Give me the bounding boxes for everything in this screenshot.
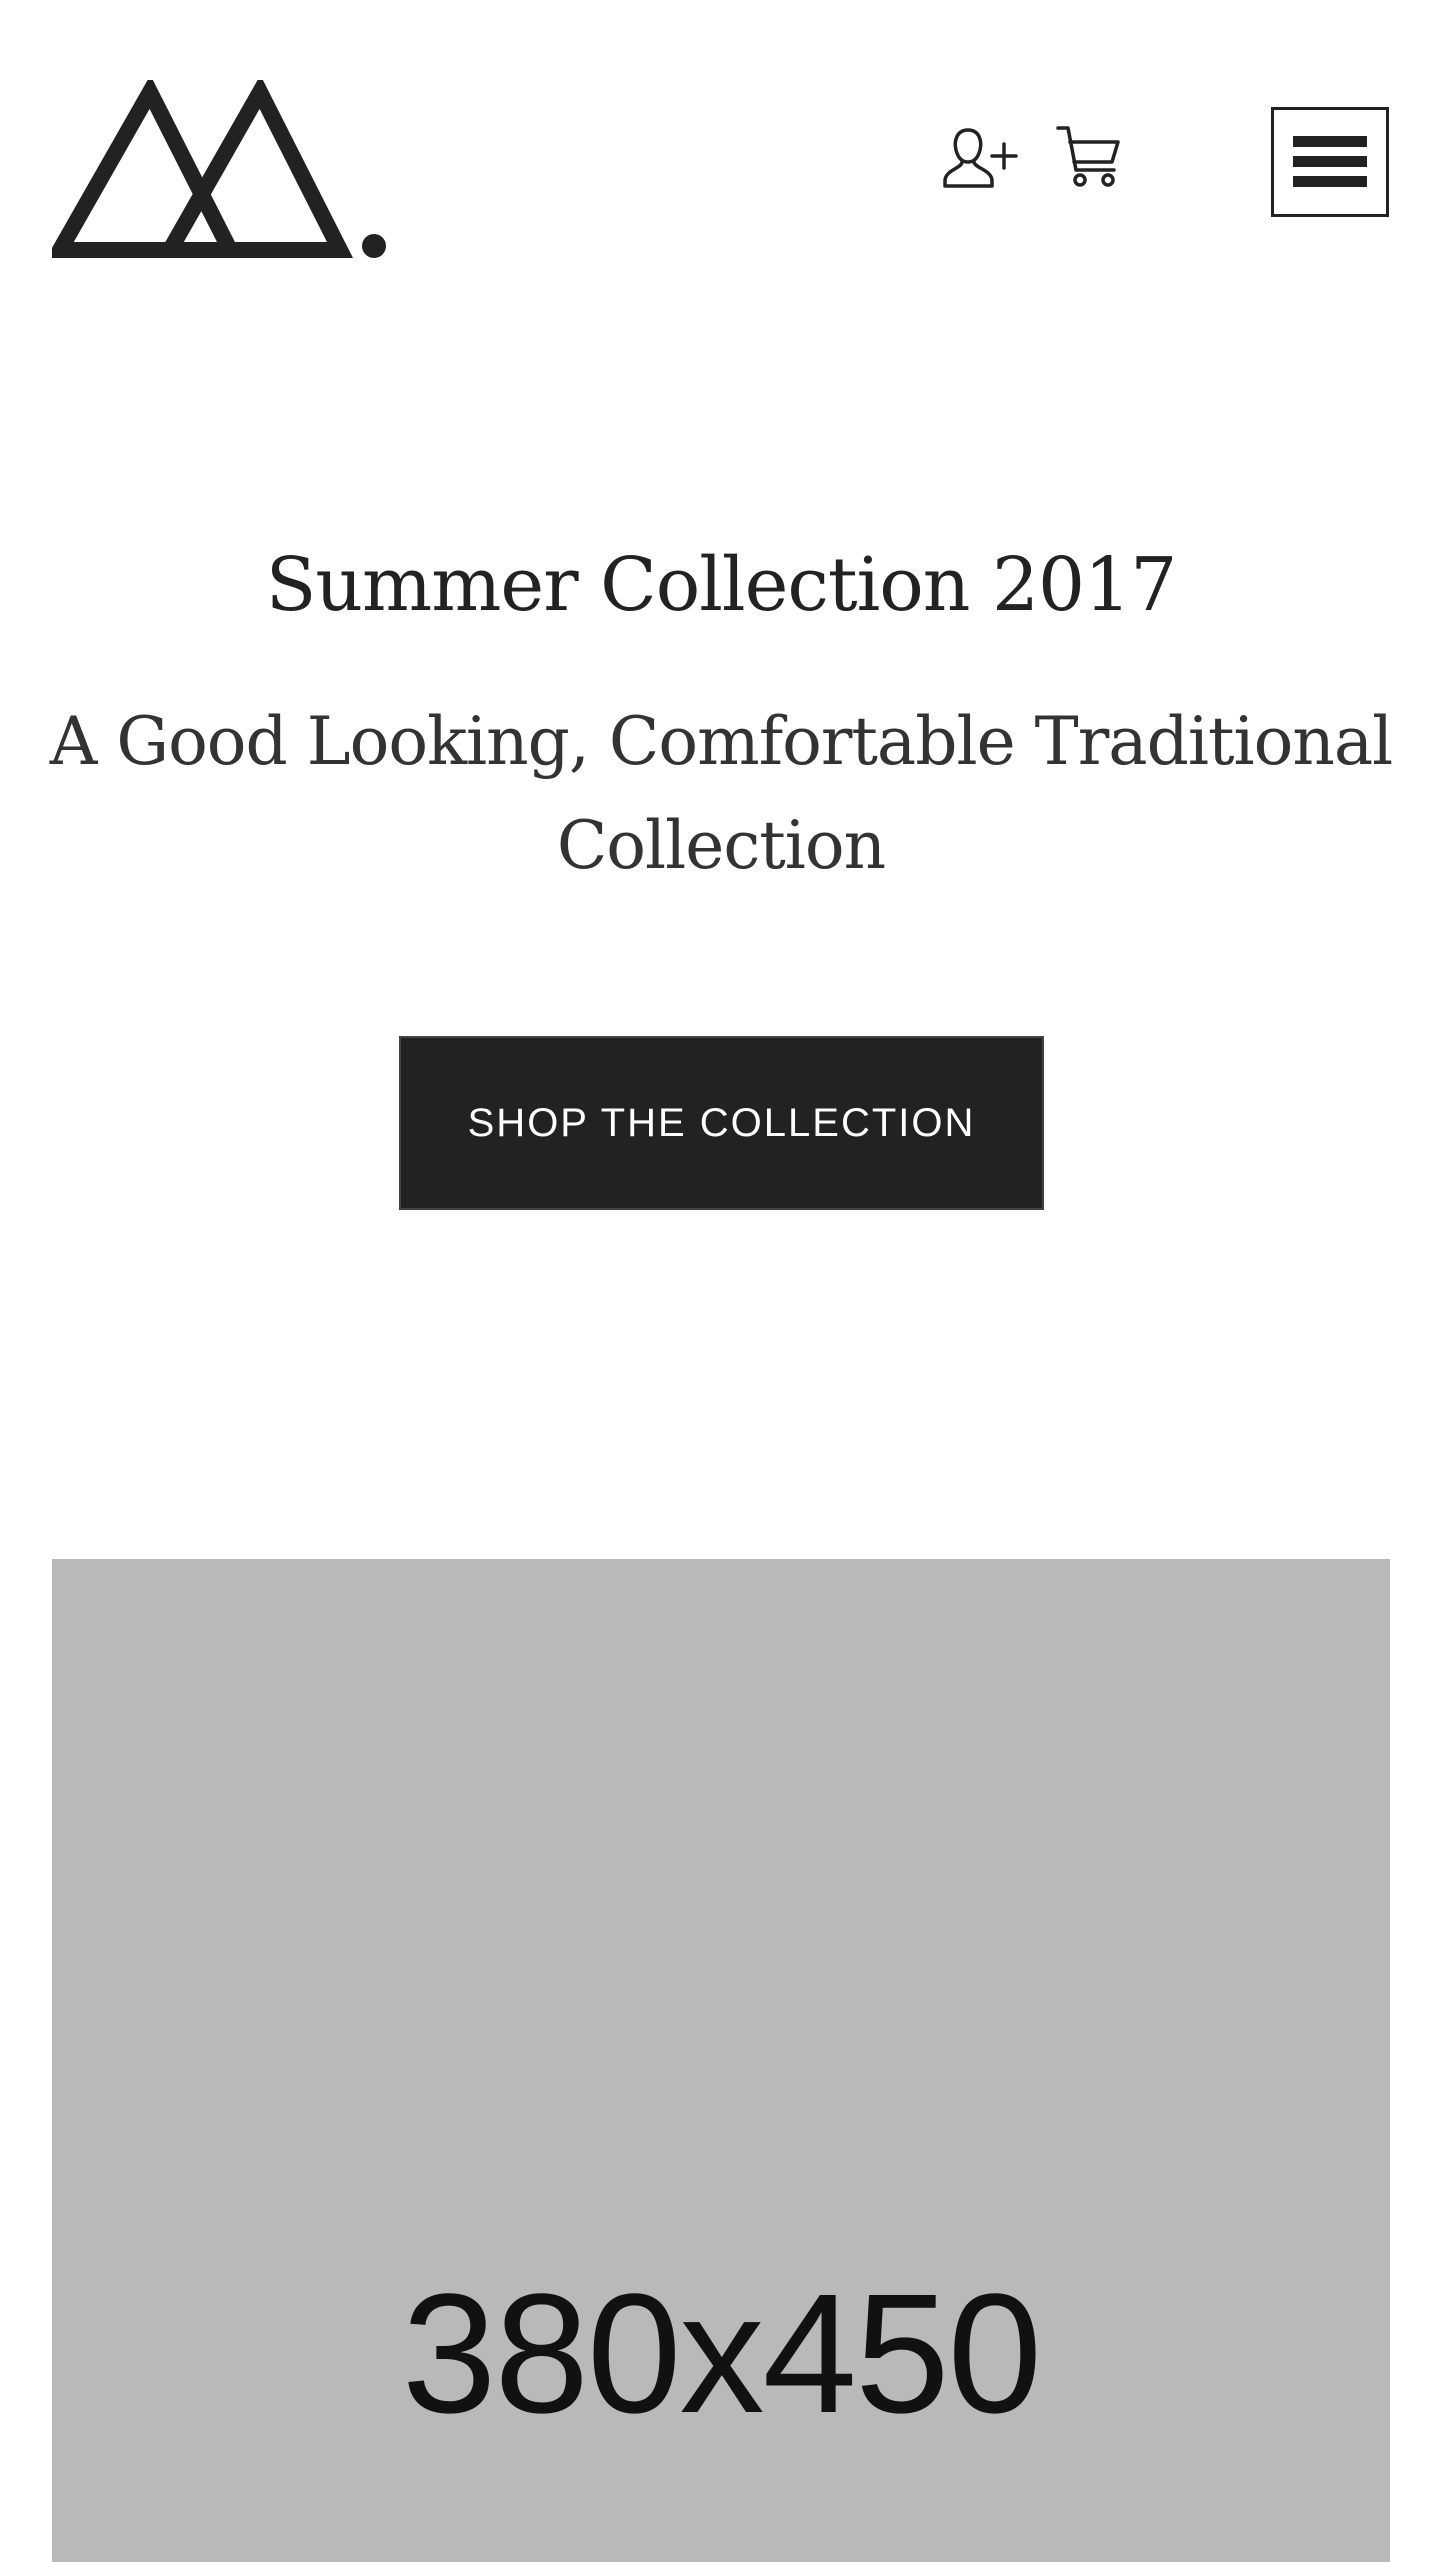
user-plus-icon[interactable] [942,124,1022,190]
hamburger-menu-button[interactable] [1271,107,1389,217]
menu-bar-bottom [1293,176,1367,187]
shop-collection-button[interactable]: SHOP THE COLLECTION [399,1036,1044,1210]
hero-subtitle: A Good Looking, Comfortable Traditional … [49,703,1394,884]
site-header [0,0,1442,300]
hero-section: Summer Collection 2017 A Good Looking, C… [0,540,1442,898]
logo-mark [46,75,386,258]
placeholder-dimensions-label: 380x450 [401,2259,1042,2449]
mountain-logo[interactable] [46,75,392,260]
shopping-cart-icon[interactable] [1056,124,1122,190]
menu-bar-middle [1293,156,1367,167]
featured-image-placeholder: 380x450 [52,1559,1390,2562]
hero-title: Summer Collection 2017 [265,542,1178,628]
menu-bar-top [1293,136,1367,147]
